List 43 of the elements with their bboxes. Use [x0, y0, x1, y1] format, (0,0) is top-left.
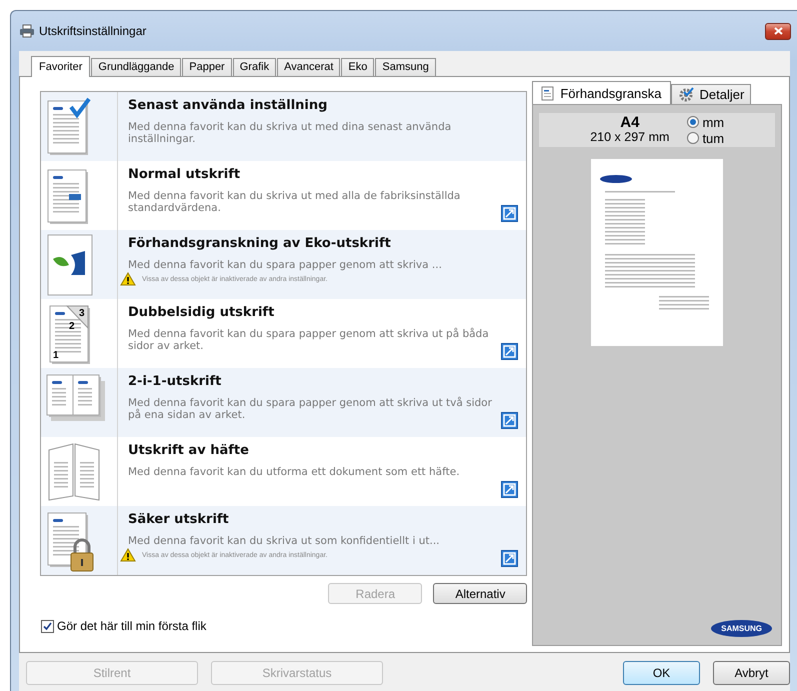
unit-radio[interactable]: mm — [687, 114, 724, 130]
gear-check-icon — [678, 87, 694, 102]
favorite-title: Normal utskrift — [128, 167, 242, 182]
favorite-title: Dubbelsidig utskrift — [128, 305, 276, 320]
favorite-item[interactable]: 2-i-1-utskrift Med denna favorit kan du spara papper genom att skriva ut två sidor på ena sidan av arket. — [41, 368, 526, 437]
favorite-title: Senast använda inställning — [128, 98, 328, 113]
favorite-description: Med denna favorit kan du utforma ett dokument som ett häfte. — [128, 466, 461, 478]
paper-dimensions: 210 x 297 mm — [590, 130, 670, 144]
tab[interactable]: Papper — [182, 58, 232, 76]
favorite-description: Med denna favorit kan du spara papper genom att skriva ... — [128, 259, 443, 271]
tab[interactable]: Samsung — [375, 58, 436, 76]
favorite-title: Förhandsgranskning av Eko-utskrift — [128, 236, 392, 251]
close-icon — [774, 27, 782, 35]
tab[interactable]: Detaljer — [670, 84, 752, 104]
tab[interactable]: Grundläggande — [91, 58, 182, 76]
document-icon — [541, 86, 554, 101]
tab[interactable]: Avancerat — [277, 58, 340, 76]
tab[interactable]: Favoriter — [31, 56, 90, 77]
favorite-description: Med denna favorit kan du skriva ut som konfidentiellt i ut... — [128, 535, 441, 547]
favorite-description: Med denna favorit kan du skriva ut med dina senast använda inställningar. — [128, 121, 452, 145]
brand-logo: SAMSUNG — [711, 620, 772, 637]
warning-icon — [120, 272, 136, 286]
checkbox[interactable] — [41, 620, 54, 632]
favorite-title: Säker utskrift — [128, 512, 230, 527]
close-button[interactable] — [765, 22, 791, 40]
tab[interactable]: Grafik — [232, 58, 276, 76]
dialog-button[interactable]: OK — [623, 661, 700, 685]
favorite-title: 2-i-1-utskrift — [128, 374, 222, 389]
checkbox-label: Gör det här till min första flik — [57, 619, 206, 633]
dialog-button[interactable]: Avbryt — [713, 661, 790, 685]
tab[interactable]: Eko — [341, 58, 374, 76]
favorite-description: Med denna favorit kan du skriva ut med alla de fabriksinställda standardvärdena. — [128, 190, 462, 214]
tab[interactable]: Förhandsgranska — [532, 81, 671, 104]
favorite-description: Med denna favorit kan du spara papper genom att skriva ut två sidor på ena sidan av arket. — [128, 397, 493, 421]
favorite-item[interactable]: Senast använda inställning Med denna favorit kan du skriva ut med dina senast använda inställningar. — [41, 92, 526, 161]
favorite-description: Med denna favorit kan du spara papper genom att skriva ut på båda sidor av arket. — [128, 328, 490, 352]
window-title: Utskriftsinställningar — [39, 24, 146, 38]
printer-icon — [19, 24, 35, 38]
warning-icon — [120, 548, 136, 562]
favorite-title: Utskrift av häfte — [128, 443, 250, 458]
options-button[interactable]: Alternativ — [433, 583, 528, 604]
paper-size: A4 — [620, 116, 640, 130]
unit-radio[interactable]: tum — [687, 130, 724, 146]
